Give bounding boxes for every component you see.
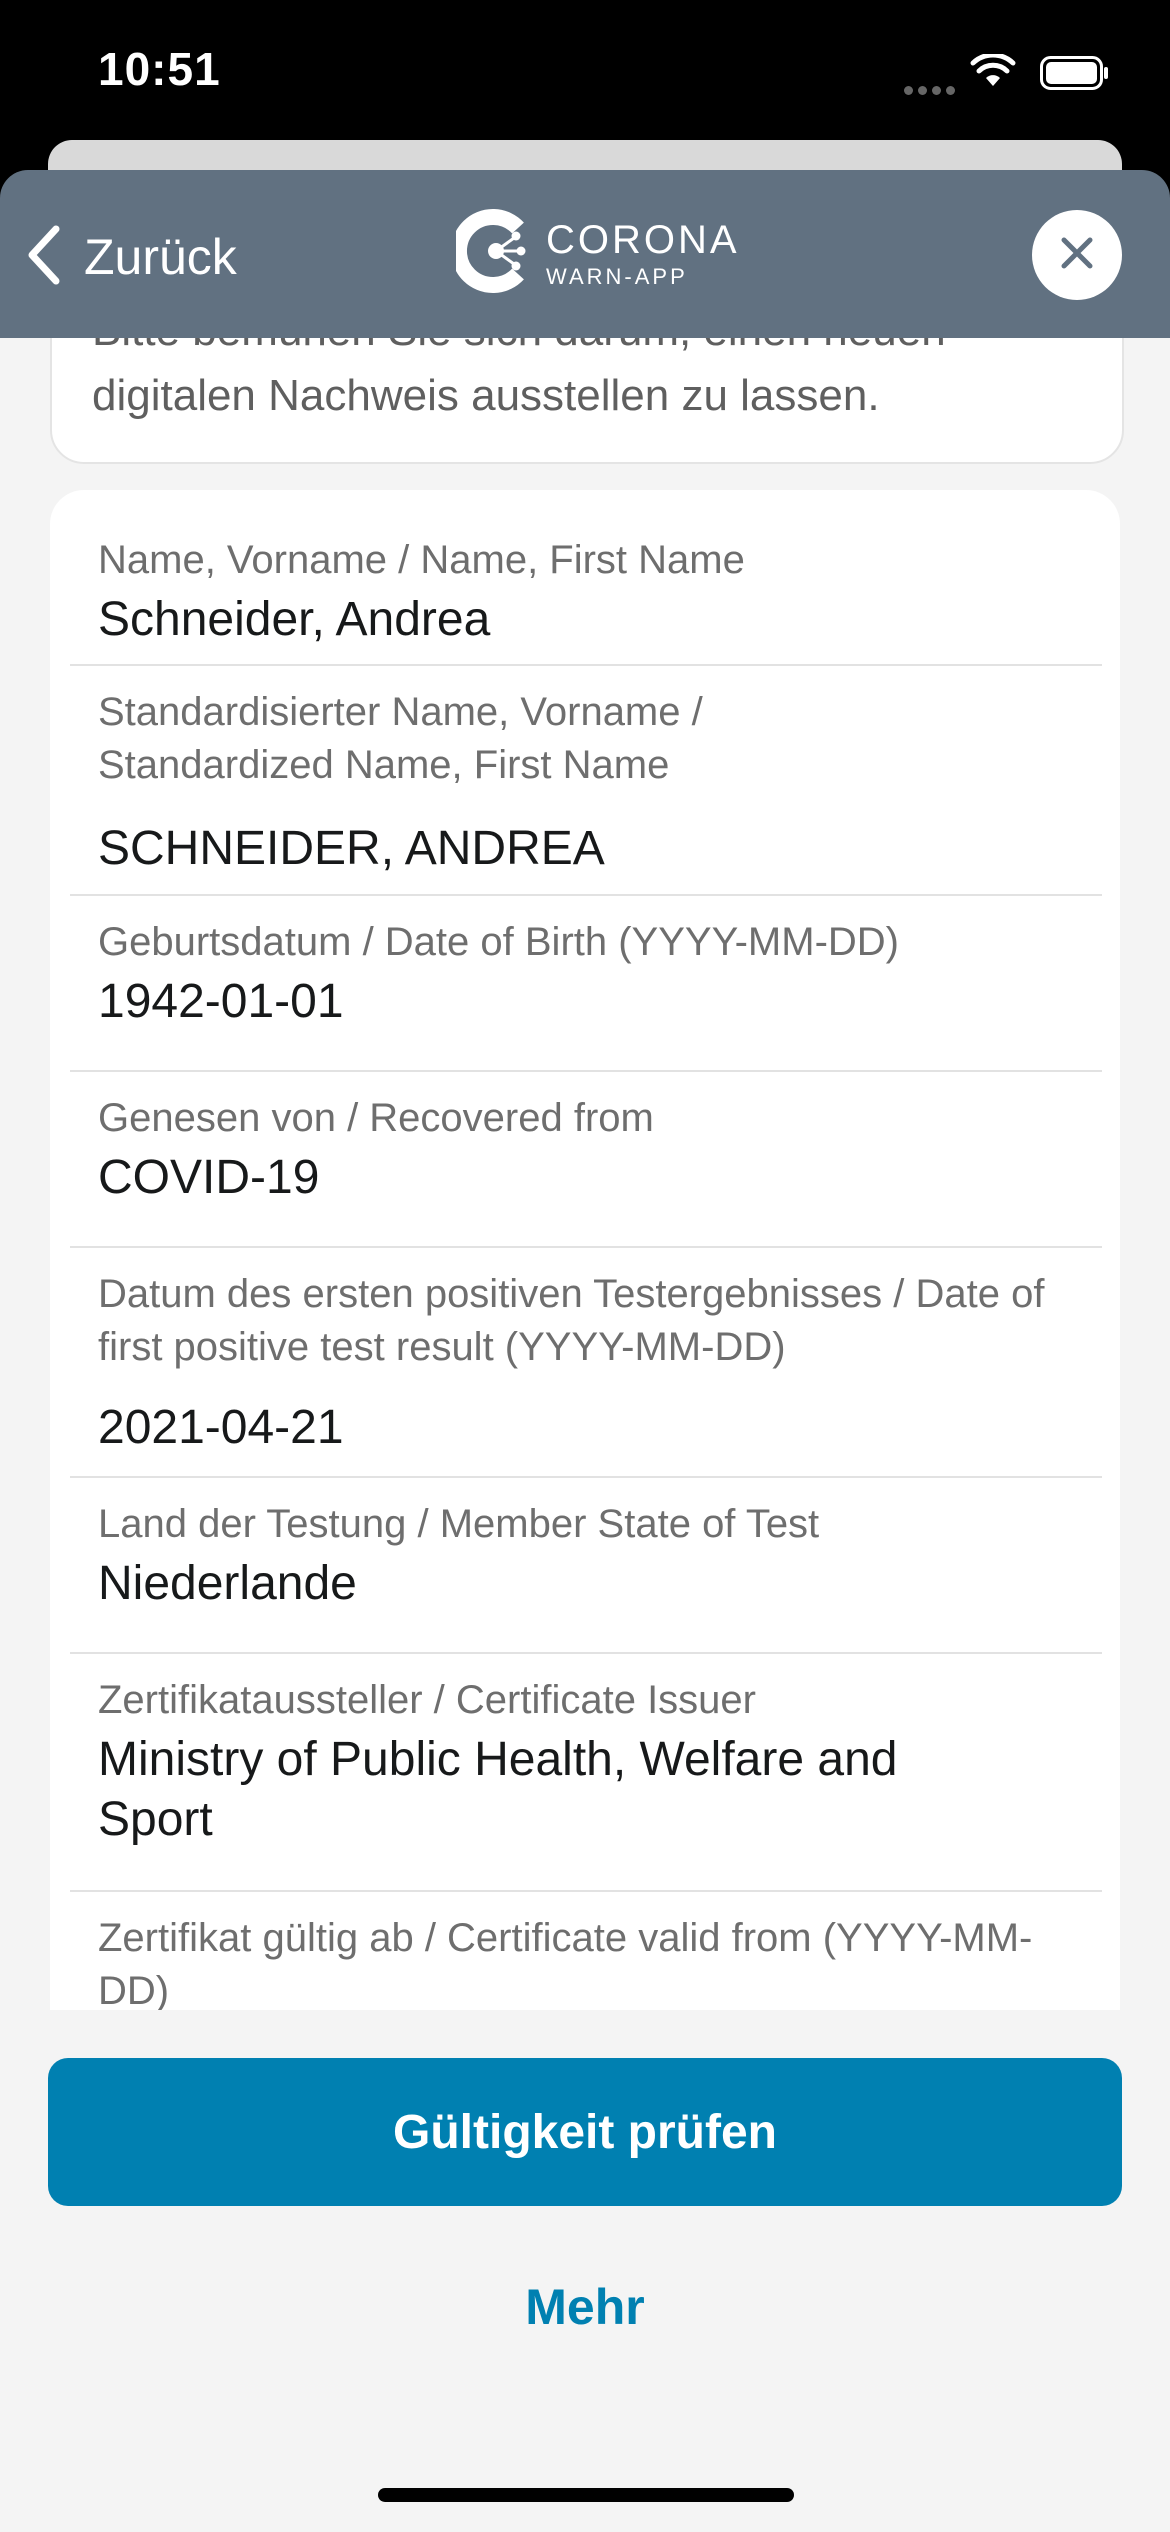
- chevron-left-icon: [26, 225, 62, 290]
- info-card: Bitte bemühen Sie sich darum, einen neue…: [50, 338, 1124, 464]
- virus-logo-icon: [450, 208, 532, 299]
- back-button[interactable]: Zurück: [26, 222, 237, 292]
- detail-row-recovered-from: Genesen von / Recovered from COVID-19: [70, 1072, 1102, 1248]
- detail-label: Name, Vorname / Name, First Name: [98, 538, 745, 582]
- certificate-details-card: Name, Vorname / Name, First Name Schneid…: [50, 490, 1120, 2010]
- back-button-label: Zurück: [84, 229, 237, 285]
- home-indicator[interactable]: [378, 2488, 794, 2502]
- cellular-signal-icon: [904, 82, 960, 100]
- detail-value: 1942-01-01: [98, 975, 344, 1028]
- detail-value: 2021-04-21: [98, 1401, 344, 1454]
- wifi-icon: [970, 52, 1016, 93]
- detail-label: Datum des ersten positiven Testergebniss…: [98, 1272, 1045, 1369]
- close-icon: [1059, 235, 1095, 276]
- info-text-partial: Bitte bemühen Sie sich darum, einen neue…: [92, 338, 1112, 356]
- detail-row-certificate-issuer: Zertifikataussteller / Certificate Issue…: [70, 1654, 1102, 1892]
- info-text: digitalen Nachweis ausstellen zu lassen.: [92, 371, 880, 420]
- more-button[interactable]: Mehr: [0, 2278, 1170, 2336]
- status-time: 10:51: [98, 43, 221, 95]
- battery-icon: [1040, 56, 1110, 95]
- detail-value: Niederlande: [98, 1557, 357, 1610]
- detail-row-standardized-name: Standardisierter Name, Vorname / Standar…: [70, 666, 1102, 896]
- detail-label: Genesen von / Recovered from: [98, 1096, 654, 1140]
- logo-subtitle: WARN-APP: [546, 263, 688, 289]
- detail-value: SCHNEIDER, ANDREA: [98, 822, 605, 875]
- detail-label: Zertifikataussteller / Certificate Issue…: [98, 1678, 756, 1722]
- detail-value: COVID-19: [98, 1151, 320, 1204]
- detail-row-name: Name, Vorname / Name, First Name Schneid…: [70, 490, 1102, 666]
- corona-warn-app-logo: CORONA WARN-APP: [450, 208, 740, 299]
- detail-label: Standardisierter Name, Vorname / Standar…: [98, 690, 703, 787]
- detail-value: Schneider, Andrea: [98, 593, 491, 646]
- scroll-content[interactable]: Bitte bemühen Sie sich darum, einen neue…: [0, 338, 1170, 2010]
- detail-row-first-positive-test: Datum des ersten positiven Testergebniss…: [70, 1248, 1102, 1478]
- check-validity-button[interactable]: Gültigkeit prüfen: [48, 2058, 1122, 2206]
- detail-row-date-of-birth: Geburtsdatum / Date of Birth (YYYY-MM-DD…: [70, 896, 1102, 1072]
- detail-label: Land der Testung / Member State of Test: [98, 1502, 820, 1546]
- navigation-bar: Zurück CORONA WARN-APP: [0, 170, 1170, 338]
- detail-row-valid-from: Zertifikat gültig ab / Certificate valid…: [70, 1892, 1102, 2010]
- detail-label: Geburtsdatum / Date of Birth (YYYY-MM-DD…: [98, 920, 899, 964]
- logo-title: CORONA: [546, 217, 740, 262]
- detail-value: Ministry of Public Health, Welfare and S…: [98, 1733, 898, 1846]
- detail-label: Zertifikat gültig ab / Certificate valid…: [98, 1916, 1033, 2010]
- close-button[interactable]: [1032, 210, 1122, 300]
- detail-row-member-state: Land der Testung / Member State of Test …: [70, 1478, 1102, 1654]
